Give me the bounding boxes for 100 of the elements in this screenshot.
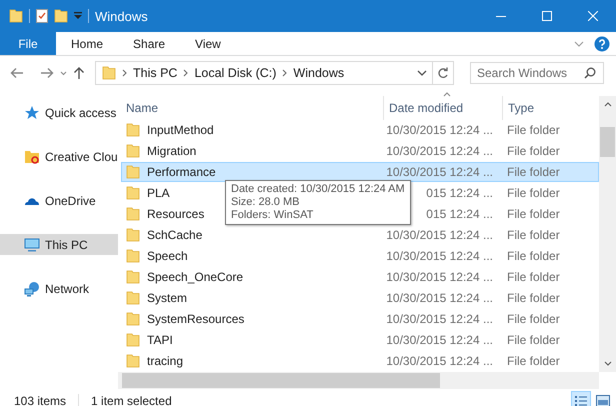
network-icon <box>24 280 40 296</box>
search-field[interactable]: Search Windows <box>470 62 604 84</box>
folder-icon <box>126 186 140 200</box>
column-header[interactable]: Name <box>121 96 383 120</box>
up-icon[interactable] <box>73 66 85 80</box>
sidebar-item[interactable]: Creative Clou <box>0 146 118 167</box>
scrollbar-thumb[interactable] <box>600 127 615 157</box>
file-name[interactable]: tracing <box>147 354 184 368</box>
type-cell: File folder <box>507 123 560 137</box>
breadcrumb[interactable]: This PC <box>133 66 178 80</box>
address-bar[interactable]: This PC Local Disk (C:) Windows <box>95 61 454 85</box>
folder-icon <box>126 144 140 158</box>
file-name[interactable]: SchCache <box>147 228 202 242</box>
date-cell: 10/30/2015 12:24 ... <box>386 354 493 368</box>
folder-icon <box>9 9 23 23</box>
date-cell: 10/30/2015 12:24 ... <box>386 249 493 263</box>
type-cell: File folder <box>507 144 560 158</box>
folder-icon <box>126 270 140 284</box>
type-cell: File folder <box>507 228 560 242</box>
ribbon-tab[interactable]: Home <box>56 32 118 55</box>
column-header[interactable]: Type <box>503 96 599 120</box>
folder-icon <box>102 66 116 80</box>
file-name[interactable]: SystemResources <box>147 312 244 326</box>
window-title: Windows <box>95 8 148 24</box>
large-icons-view-icon <box>596 395 610 406</box>
sidebar-item[interactable]: Network <box>0 278 118 299</box>
type-cell: File folder <box>507 354 560 368</box>
type-cell: File folder <box>507 312 560 326</box>
maximize-icon[interactable] <box>542 11 552 21</box>
type-cell: File folder <box>507 207 560 221</box>
date-cell: 10/30/2015 12:24 ... <box>386 165 493 179</box>
date-cell: 10/30/2015 12:24 ... <box>386 312 493 326</box>
date-cell: 10/30/2015 12:24 ... <box>386 228 493 242</box>
file-name[interactable]: InputMethod <box>147 123 214 137</box>
history-dropdown-icon[interactable] <box>417 70 427 76</box>
file-name[interactable]: TAPI <box>147 333 173 347</box>
chevron-icon[interactable] <box>122 69 127 77</box>
type-cell: File folder <box>507 270 560 284</box>
horizontal-scrollbar[interactable] <box>118 372 599 389</box>
file-name[interactable]: PLA <box>147 186 170 200</box>
scroll-down-icon[interactable] <box>604 361 612 366</box>
search-icon <box>584 67 596 79</box>
date-cell: 10/30/2015 12:24 ... <box>386 123 493 137</box>
file-name[interactable]: Speech_OneCore <box>147 270 244 284</box>
date-cell: 015 12:24 ... <box>426 207 493 221</box>
details-view-icon <box>574 394 588 406</box>
forward-icon[interactable] <box>40 67 54 79</box>
star-icon <box>24 104 40 120</box>
help-icon[interactable] <box>594 36 610 52</box>
folder-icon <box>126 291 140 305</box>
vertical-scrollbar[interactable] <box>599 96 616 372</box>
monitor-icon <box>24 236 40 252</box>
ribbon-tab[interactable]: View <box>180 32 236 55</box>
scrollbar-thumb[interactable] <box>122 373 440 388</box>
sidebar-item[interactable]: This PC <box>0 234 118 255</box>
file-name[interactable]: Migration <box>147 144 196 158</box>
tooltip-line: Date created: 10/30/2015 12:24 AM <box>231 183 405 196</box>
type-cell: File folder <box>507 291 560 305</box>
date-cell: 10/30/2015 12:24 ... <box>386 144 493 158</box>
cloud-folder-icon <box>24 148 40 164</box>
file-name[interactable]: System <box>147 291 188 305</box>
folder-icon <box>126 228 140 242</box>
type-cell: File folder <box>507 186 560 200</box>
chevron-icon[interactable] <box>183 69 188 77</box>
sidebar-item[interactable]: Quick access <box>0 102 118 123</box>
chevron-icon[interactable] <box>282 69 288 77</box>
ribbon-tab[interactable]: Share <box>118 32 180 55</box>
file-name[interactable]: Performance <box>147 165 216 179</box>
tooltip-line: Folders: WinSAT <box>231 209 314 222</box>
sort-caret-icon <box>443 92 451 97</box>
properties-icon[interactable] <box>36 9 48 23</box>
folder-icon <box>126 249 140 263</box>
folder-icon <box>126 354 140 368</box>
date-cell: 10/30/2015 12:24 ... <box>386 291 493 305</box>
type-cell: File folder <box>507 165 560 179</box>
view-button[interactable] <box>571 391 591 406</box>
recent-locations-icon[interactable] <box>60 70 67 76</box>
breadcrumb[interactable]: Local Disk (C:) <box>194 66 276 80</box>
folder-icon <box>126 312 140 326</box>
column-header[interactable]: Date modified <box>383 96 503 120</box>
folder-icon <box>126 123 140 137</box>
selection-count: 1 item selected <box>91 394 172 406</box>
refresh-icon[interactable] <box>437 67 449 79</box>
type-cell: File folder <box>507 249 560 263</box>
dropdown-icon[interactable] <box>74 12 82 20</box>
sidebar-item[interactable]: OneDrive <box>0 190 118 211</box>
back-icon[interactable] <box>10 67 24 79</box>
type-cell: File folder <box>507 333 560 347</box>
date-cell: 015 12:24 ... <box>426 186 493 200</box>
folder-icon <box>126 165 140 179</box>
breadcrumb[interactable]: Windows <box>293 66 344 80</box>
item-count: 103 items <box>14 394 66 406</box>
file-name[interactable]: Speech <box>147 249 188 263</box>
expand-ribbon-icon[interactable] <box>574 40 584 46</box>
new-folder-icon <box>54 9 68 23</box>
file-tab[interactable]: File <box>0 32 56 55</box>
date-cell: 10/30/2015 12:24 ... <box>386 270 493 284</box>
scroll-up-icon[interactable] <box>604 102 612 107</box>
close-icon[interactable] <box>588 11 598 21</box>
file-name[interactable]: Resources <box>147 207 204 221</box>
